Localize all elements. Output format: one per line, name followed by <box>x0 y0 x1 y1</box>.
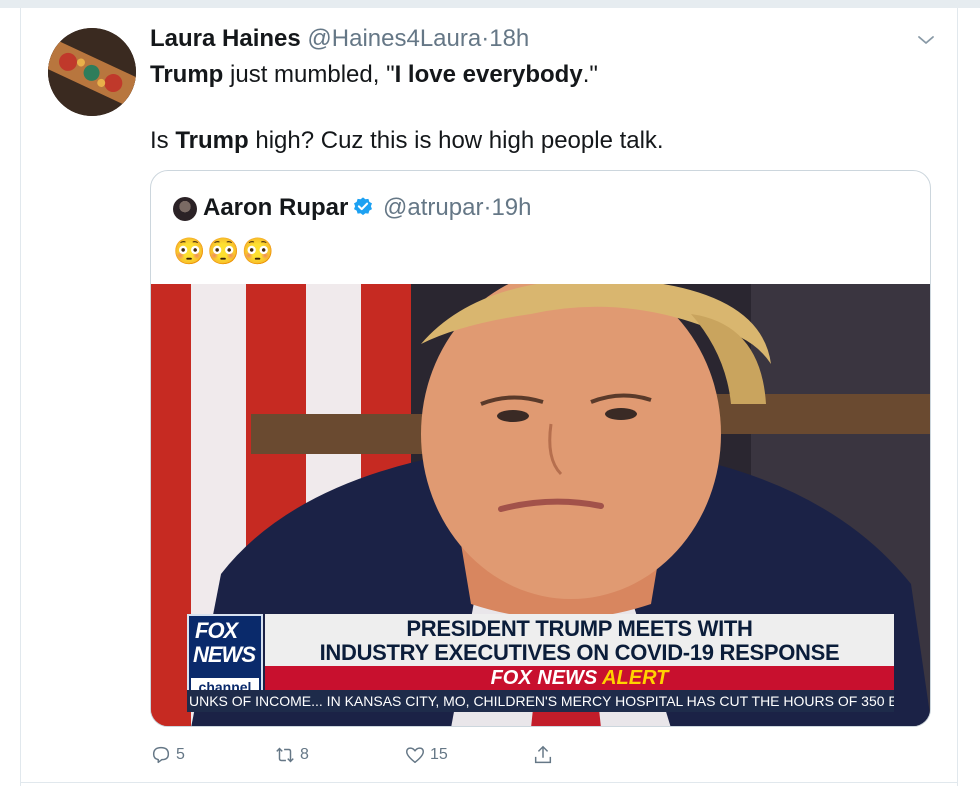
like-icon <box>406 747 424 764</box>
quoted-author-name[interactable]: Aaron Rupar <box>203 194 348 221</box>
text-bold: Trump <box>150 61 224 88</box>
tweet-header: Laura Haines @Haines4Laura·18h <box>150 24 529 54</box>
author-avatar[interactable] <box>48 28 136 116</box>
news-lower-third: FOX NEWS channel PRESIDENT TRUMP MEETS W… <box>187 614 894 712</box>
alert-word: ALERT <box>602 667 669 689</box>
tweet-text-line-1: Trump just mumbled, "I love everybody." <box>150 60 930 90</box>
quoted-timestamp[interactable]: 19h <box>491 194 531 221</box>
news-headline: PRESIDENT TRUMP MEETS WITH INDUSTRY EXEC… <box>265 614 894 666</box>
timeline-top-strip <box>0 0 980 8</box>
share-button[interactable] <box>532 740 558 770</box>
like-button[interactable]: 15 <box>404 740 448 770</box>
author-name[interactable]: Laura Haines <box>150 25 301 52</box>
text-plain: Is <box>150 127 176 154</box>
alert-brand: FOX NEWS <box>490 667 598 689</box>
verified-badge-icon <box>354 197 373 216</box>
quoted-tweet-text: 😳😳😳 <box>173 236 277 266</box>
share-icon <box>534 745 552 764</box>
retweet-count: 8 <box>300 746 309 763</box>
reply-icon <box>152 746 170 764</box>
tweet-divider <box>20 782 958 783</box>
quoted-tweet-header: Aaron Rupar @atrupar·19h <box>203 193 531 223</box>
retweet-button[interactable]: 8 <box>274 740 309 770</box>
author-handle[interactable]: @Haines4Laura <box>307 25 481 52</box>
logo-text-fox: FOX <box>195 618 238 643</box>
fox-news-alert-bar: FOX NEWS ALERT <box>265 666 894 690</box>
retweet-icon <box>276 747 294 763</box>
text-plain: just mumbled, " <box>223 61 395 88</box>
text-plain: ." <box>582 61 598 88</box>
quoted-tweet[interactable]: Aaron Rupar @atrupar·19h 😳😳😳 FOX NEWS ch… <box>150 170 931 727</box>
tweet-actions: 5 8 15 <box>150 740 570 770</box>
text-bold: Trump <box>175 127 249 154</box>
tweet-text-line-2: Is Trump high? Cuz this is how high peop… <box>150 126 930 156</box>
headline-line-2: INDUSTRY EXECUTIVES ON COVID-19 RESPONSE <box>319 640 840 665</box>
tweet-timestamp[interactable]: 18h <box>489 25 529 52</box>
chevron-down-icon[interactable] <box>914 28 938 52</box>
video-thumbnail[interactable]: FOX NEWS channel PRESIDENT TRUMP MEETS W… <box>151 284 930 726</box>
reply-button[interactable]: 5 <box>150 740 185 770</box>
like-count: 15 <box>430 746 448 763</box>
news-ticker: UNKS OF INCOME... IN KANSAS CITY, MO, CH… <box>187 690 894 712</box>
reply-count: 5 <box>176 746 185 763</box>
tweet-text: Trump just mumbled, "I love everybody." … <box>150 60 930 156</box>
text-bold: I love everybody <box>394 61 583 88</box>
quoted-author-handle[interactable]: @atrupar <box>383 194 483 221</box>
text-plain: high? Cuz this is how high people talk. <box>248 127 664 154</box>
headline-line-1: PRESIDENT TRUMP MEETS WITH <box>406 616 753 641</box>
logo-text-news: NEWS <box>193 642 256 667</box>
quoted-author-avatar[interactable] <box>173 197 197 221</box>
